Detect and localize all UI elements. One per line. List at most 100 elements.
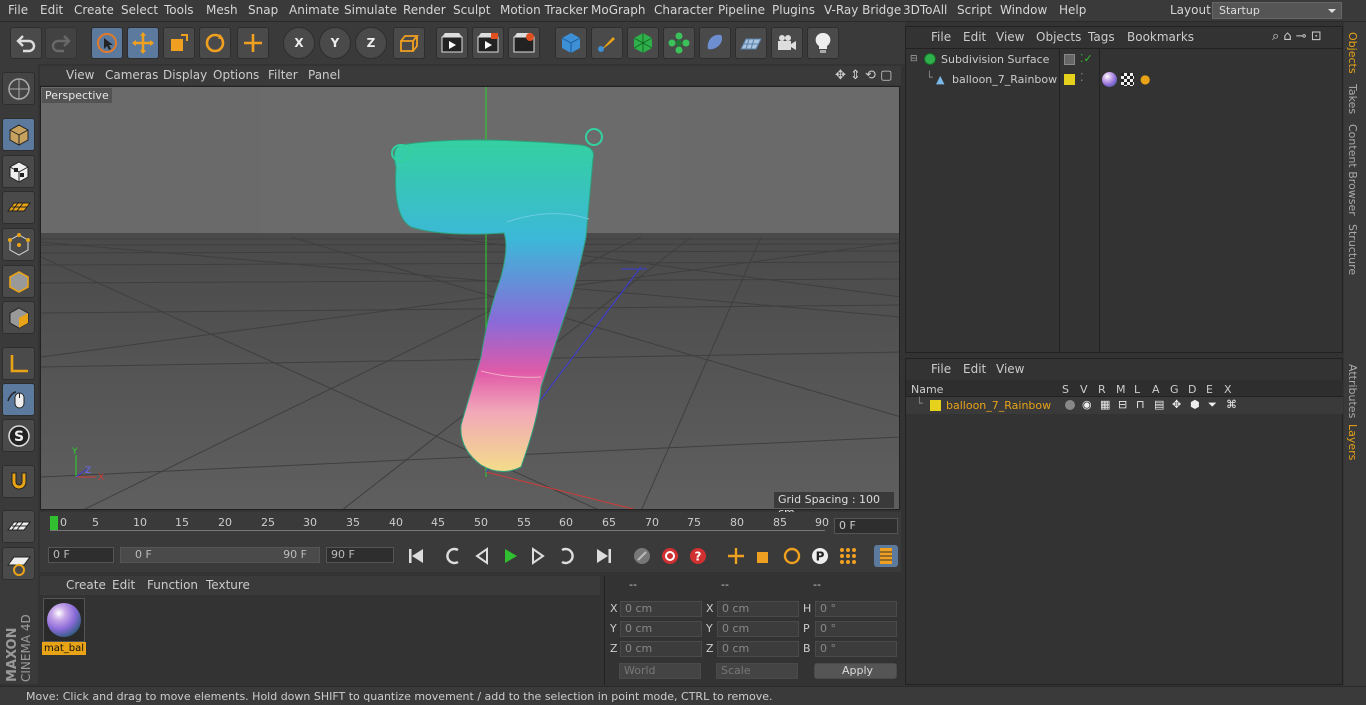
rotation-h-field[interactable]: 0 ° bbox=[815, 601, 897, 617]
last-tool-icon[interactable] bbox=[237, 27, 269, 59]
edges-mode-icon[interactable] bbox=[2, 265, 35, 298]
layer-color-swatch[interactable] bbox=[930, 400, 941, 411]
vp-menu-panel[interactable]: Panel bbox=[308, 68, 340, 82]
key-position-icon[interactable] bbox=[724, 545, 748, 567]
layer-solo-icon[interactable] bbox=[1065, 400, 1075, 410]
menu-window[interactable]: Window bbox=[1000, 3, 1047, 17]
timeline-ruler[interactable] bbox=[40, 512, 901, 542]
mat-menu-function[interactable]: Function bbox=[147, 578, 198, 592]
subdivision-icon[interactable] bbox=[627, 27, 659, 59]
floor-icon[interactable] bbox=[735, 27, 767, 59]
preview-range-slider[interactable]: 0 F 90 F bbox=[120, 547, 320, 563]
size-z-field[interactable]: 0 cm bbox=[717, 641, 799, 657]
live-selection-icon[interactable] bbox=[91, 27, 123, 59]
go-to-start-icon[interactable] bbox=[404, 545, 428, 567]
layer-generator-icon[interactable]: ✥ bbox=[1172, 398, 1181, 411]
layer-animation-icon[interactable]: ▤ bbox=[1154, 398, 1164, 411]
cube-icon[interactable] bbox=[555, 27, 587, 59]
layer-tag-icon[interactable] bbox=[1064, 54, 1075, 65]
next-frame-icon[interactable] bbox=[526, 545, 550, 567]
menu-animate[interactable]: Animate bbox=[289, 3, 339, 17]
mat-menu-create[interactable]: Create bbox=[66, 578, 106, 592]
menu-3dtoall[interactable]: 3DToAll bbox=[903, 3, 947, 17]
layer-view-icon[interactable]: ◉ bbox=[1082, 398, 1092, 411]
object-row-subdivision[interactable]: ⊟ Subdivision Surface ⁚✓ bbox=[906, 51, 1343, 69]
timeline-window-icon[interactable] bbox=[874, 545, 898, 567]
move-icon[interactable] bbox=[127, 27, 159, 59]
size-x-field[interactable]: 0 cm bbox=[717, 601, 799, 617]
layer-col-name[interactable]: Name bbox=[911, 383, 943, 396]
scale-icon[interactable] bbox=[163, 27, 195, 59]
record-active-icon[interactable] bbox=[630, 545, 654, 567]
render-picture-viewer-icon[interactable] bbox=[472, 27, 504, 59]
menu-help[interactable]: Help bbox=[1059, 3, 1086, 17]
layer-col-locked[interactable]: L bbox=[1134, 383, 1140, 396]
texture-mode-icon[interactable] bbox=[2, 155, 35, 188]
autokey-icon[interactable] bbox=[658, 545, 682, 567]
tab-takes[interactable]: Takes bbox=[1346, 84, 1359, 114]
layer-menu-view[interactable]: View bbox=[996, 362, 1024, 376]
layer-col-manager[interactable]: M bbox=[1116, 383, 1126, 396]
z-axis-toggle[interactable]: Z bbox=[355, 27, 387, 59]
start-frame-field[interactable]: 0 F bbox=[48, 547, 114, 563]
next-key-icon[interactable] bbox=[554, 545, 578, 567]
mat-menu-edit[interactable]: Edit bbox=[112, 578, 135, 592]
render-view-icon[interactable] bbox=[436, 27, 468, 59]
coordinate-mode-select[interactable]: World bbox=[619, 663, 701, 679]
key-rotation-icon[interactable] bbox=[780, 545, 804, 567]
menu-vray-bridge[interactable]: V-Ray Bridge bbox=[824, 3, 901, 17]
rotation-p-field[interactable]: 0 ° bbox=[815, 621, 897, 637]
layer-col-solo[interactable]: S bbox=[1062, 383, 1069, 396]
obj-menu-file[interactable]: File bbox=[931, 30, 951, 44]
key-pla-icon[interactable] bbox=[836, 545, 860, 567]
layer-col-xref[interactable]: X bbox=[1224, 383, 1232, 396]
collapse-icon[interactable]: ⊟ bbox=[910, 54, 918, 64]
vp-menu-cameras[interactable]: Cameras bbox=[105, 68, 158, 82]
menu-pipeline[interactable]: Pipeline bbox=[718, 3, 765, 17]
obj-menu-edit[interactable]: Edit bbox=[963, 30, 986, 44]
magnet-icon[interactable] bbox=[2, 465, 35, 498]
polygons-mode-icon[interactable] bbox=[2, 301, 35, 334]
rotate-icon[interactable] bbox=[199, 27, 231, 59]
scale-mode-select[interactable]: Scale bbox=[716, 663, 798, 679]
object-name[interactable]: balloon_7_Rainbow bbox=[952, 73, 1057, 86]
pen-icon[interactable] bbox=[591, 27, 623, 59]
obj-menu-view[interactable]: View bbox=[996, 30, 1024, 44]
menu-select[interactable]: Select bbox=[121, 3, 158, 17]
phong-tag-icon[interactable]: ● bbox=[1140, 72, 1150, 86]
layer-menu-file[interactable]: File bbox=[931, 362, 951, 376]
grid-lock-icon[interactable] bbox=[2, 547, 35, 580]
layer-col-expressions[interactable]: E bbox=[1206, 383, 1213, 396]
obj-menu-objects[interactable]: Objects bbox=[1036, 30, 1081, 44]
position-z-field[interactable]: 0 cm bbox=[620, 641, 702, 657]
current-frame-field[interactable]: 0 F bbox=[834, 518, 898, 534]
redo-icon[interactable] bbox=[45, 27, 77, 59]
edit-render-settings-icon[interactable] bbox=[508, 27, 540, 59]
previous-key-icon[interactable] bbox=[442, 545, 466, 567]
menu-tools[interactable]: Tools bbox=[164, 3, 194, 17]
menu-simulate[interactable]: Simulate bbox=[344, 3, 397, 17]
obj-menu-tags[interactable]: Tags bbox=[1088, 30, 1115, 44]
layer-row[interactable]: └ balloon_7_Rainbow ◉ ▦ ⊟ ⊓ ▤ ✥ ⬢ ⏷ ⌘ bbox=[906, 397, 1343, 414]
go-to-end-icon[interactable] bbox=[592, 545, 616, 567]
layer-expression-icon[interactable]: ⏷ bbox=[1208, 398, 1217, 412]
make-editable-icon[interactable] bbox=[2, 72, 35, 105]
material-name-label[interactable]: mat_bal bbox=[42, 642, 86, 655]
menu-sculpt[interactable]: Sculpt bbox=[453, 3, 490, 17]
perspective-viewport[interactable]: Y X Z bbox=[40, 86, 900, 510]
layer-lock-icon[interactable]: ⊓ bbox=[1136, 398, 1145, 411]
x-axis-toggle[interactable]: X bbox=[283, 27, 315, 59]
y-axis-toggle[interactable]: Y bbox=[319, 27, 351, 59]
apply-button[interactable]: Apply bbox=[814, 663, 897, 679]
tab-objects[interactable]: Objects bbox=[1346, 32, 1359, 74]
axis-mode-icon[interactable] bbox=[2, 347, 35, 380]
visibility-dots-icon[interactable]: ⁚ bbox=[1080, 71, 1084, 84]
layer-col-view[interactable]: V bbox=[1080, 383, 1088, 396]
layer-render-icon[interactable]: ▦ bbox=[1100, 398, 1110, 411]
layer-col-generators[interactable]: G bbox=[1170, 383, 1179, 396]
menu-plugins[interactable]: Plugins bbox=[772, 3, 815, 17]
layer-col-animation[interactable]: A bbox=[1152, 383, 1160, 396]
layer-color-swatch[interactable] bbox=[1064, 74, 1075, 85]
layer-col-deformers[interactable]: D bbox=[1188, 383, 1196, 396]
vp-navigation-icons[interactable]: ✥ ⇕ ⟲ ▢ bbox=[835, 68, 892, 83]
